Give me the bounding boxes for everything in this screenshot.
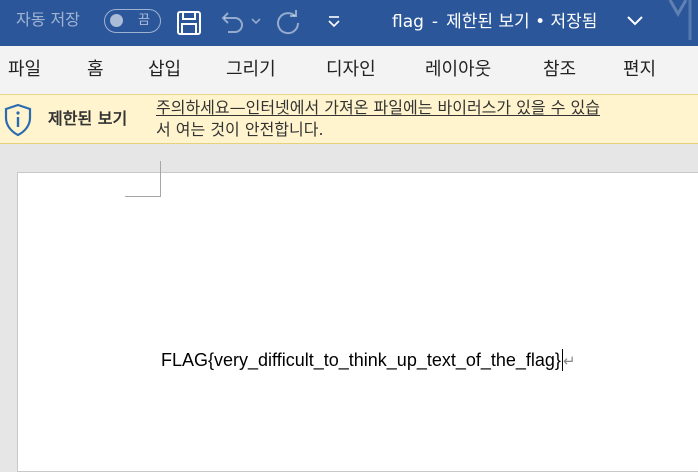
view-mode: 제한된 보기 <box>446 12 530 32</box>
margin-crop-mark <box>125 161 161 197</box>
autosave-toggle-state: 끔 <box>138 13 150 28</box>
tab-draw[interactable]: 그리기 <box>226 58 276 82</box>
document-canvas <box>0 144 698 472</box>
tab-layout[interactable]: 레이아웃 <box>425 58 491 82</box>
save-icon[interactable] <box>176 10 202 36</box>
title-separator: - <box>431 12 439 32</box>
save-status: • 저장됨 <box>535 12 598 32</box>
shield-icon <box>4 103 32 137</box>
file-name: flag <box>392 12 424 32</box>
message-line-1[interactable]: 주의하세요—인터넷에서 가져온 파일에는 바이러스가 있을 수 있습 <box>156 97 698 119</box>
tab-mailings[interactable]: 편지 <box>623 58 656 82</box>
undo-icon[interactable] <box>218 10 248 36</box>
protected-view-message: 주의하세요—인터넷에서 가져온 파일에는 바이러스가 있을 수 있습 서 여는 … <box>156 97 698 141</box>
document-title[interactable]: flag - 제한된 보기 • 저장됨 <box>392 10 597 34</box>
tab-references[interactable]: 참조 <box>543 58 576 82</box>
flag-text: FLAG{very_difficult_to_think_up_text_of_… <box>161 350 561 370</box>
tab-insert[interactable]: 삽입 <box>148 58 181 82</box>
protected-view-title: 제한된 보기 <box>48 109 128 128</box>
tab-design[interactable]: 디자인 <box>326 58 376 82</box>
chevron-down-icon[interactable] <box>626 14 644 28</box>
tab-home[interactable]: 홈 <box>87 58 104 82</box>
autosave-toggle[interactable]: 끔 <box>104 9 161 33</box>
toggle-knob <box>110 14 123 27</box>
document-page[interactable] <box>17 172 698 472</box>
redo-icon[interactable] <box>274 9 304 37</box>
document-body-text[interactable]: FLAG{very_difficult_to_think_up_text_of_… <box>161 348 576 373</box>
paragraph-mark: ↵ <box>562 352 576 370</box>
customize-quick-access-icon[interactable] <box>326 14 342 30</box>
ribbon-tabs: 파일 홈 삽입 그리기 디자인 레이아웃 참조 편지 <box>0 46 698 94</box>
autosave-label: 자동 저장 <box>16 10 80 29</box>
undo-dropdown-icon[interactable] <box>250 16 262 26</box>
protected-view-bar: 제한된 보기 주의하세요—인터넷에서 가져온 파일에는 바이러스가 있을 수 있… <box>0 94 698 144</box>
title-bar: 자동 저장 끔 flag - 제한된 보기 • 저장됨 <box>0 0 698 46</box>
message-line-2: 서 여는 것이 안전합니다. <box>156 120 324 139</box>
title-decoration-icon <box>668 0 692 40</box>
tab-file[interactable]: 파일 <box>8 58 41 82</box>
